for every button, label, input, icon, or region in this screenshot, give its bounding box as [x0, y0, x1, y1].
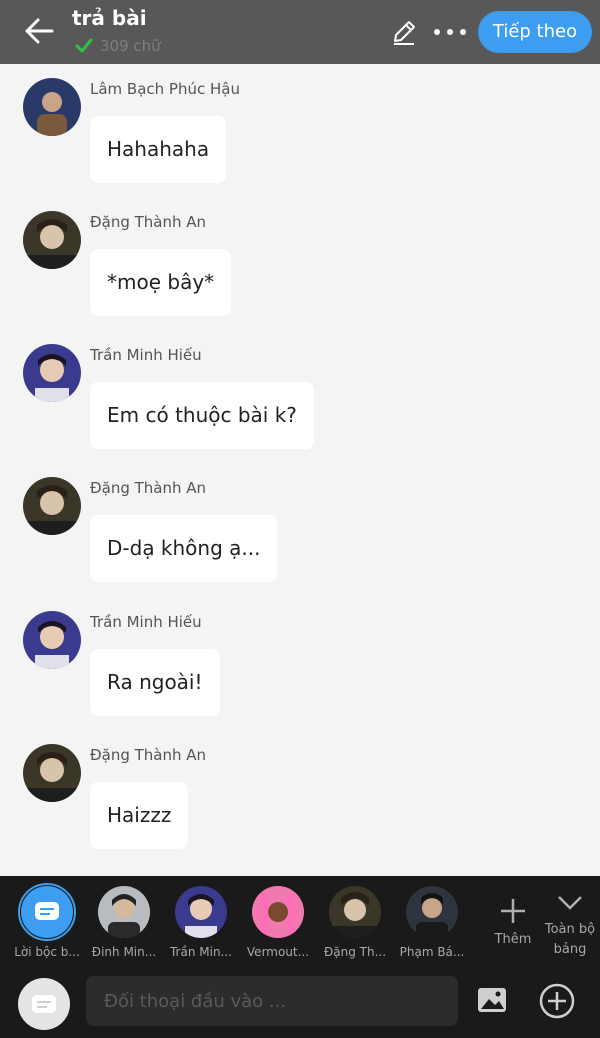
- character-label: Đặng Th...: [323, 945, 387, 959]
- message-item: Lâm Bạch Phúc Hậu Hahahaha: [0, 78, 600, 198]
- character-item[interactable]: Phạm Bá...: [395, 886, 469, 966]
- dialogue-input[interactable]: [86, 976, 458, 1026]
- avatar[interactable]: [23, 744, 81, 802]
- character-label: Đinh Min...: [91, 945, 157, 959]
- character-label: Lời bộc b...: [14, 945, 80, 959]
- bottom-panel: Lời bộc b... Đinh Min... Trần Min... Ver…: [0, 876, 600, 1038]
- message-bubble[interactable]: *moẹ bây*: [90, 249, 232, 316]
- checkmark-icon: [75, 38, 93, 53]
- sender-name: Trần Minh Hiếu: [90, 346, 202, 364]
- character-label: Vermout...: [246, 945, 310, 959]
- all-characters-button[interactable]: Toàn bộ bảng: [540, 890, 600, 966]
- character-item[interactable]: Đặng Th...: [318, 886, 392, 966]
- top-bar: trả bài 309 chữ Tiếp theo: [0, 0, 600, 64]
- message-bubble[interactable]: Hahahaha: [90, 116, 227, 183]
- sender-name: Trần Minh Hiếu: [90, 613, 202, 631]
- character-narration[interactable]: Lời bộc b...: [10, 883, 84, 966]
- page-title: trả bài: [72, 6, 147, 30]
- pencil-icon[interactable]: [390, 18, 418, 46]
- avatar[interactable]: [23, 78, 81, 136]
- sender-name: Lâm Bạch Phúc Hậu: [90, 80, 240, 98]
- message-item: Trần Minh Hiếu Ra ngoài!: [0, 611, 600, 731]
- plus-icon: [501, 899, 525, 923]
- add-circle-icon[interactable]: [538, 982, 576, 1020]
- sender-name: Đặng Thành An: [90, 213, 207, 231]
- avatar[interactable]: [23, 477, 81, 535]
- narration-toggle-button[interactable]: [18, 978, 70, 1030]
- image-icon[interactable]: [476, 984, 508, 1016]
- sender-name: Đặng Thành An: [90, 479, 207, 497]
- character-label: Phạm Bá...: [399, 945, 465, 959]
- message-item: Đặng Thành An D-dạ không ạ...: [0, 477, 600, 597]
- sender-name: Đặng Thành An: [90, 746, 207, 764]
- message-bubble[interactable]: D-dạ không ạ...: [90, 515, 278, 582]
- character-item[interactable]: Trần Min...: [164, 886, 238, 966]
- add-label: Thêm: [494, 932, 532, 947]
- message-bubble[interactable]: Em có thuộc bài k?: [90, 382, 314, 449]
- character-label: Trần Min...: [169, 945, 232, 959]
- all-label: Toàn bộ bảng: [544, 922, 596, 957]
- more-options-icon[interactable]: [432, 20, 468, 44]
- message-item: Đặng Thành An *moẹ bây*: [0, 211, 600, 331]
- avatar: [98, 886, 150, 938]
- character-item[interactable]: Vermout...: [241, 886, 315, 966]
- avatar[interactable]: [23, 344, 81, 402]
- message-bubble[interactable]: Ra ngoài!: [90, 649, 220, 716]
- add-character-button[interactable]: Thêm: [486, 896, 540, 966]
- narration-icon: [32, 995, 56, 1013]
- message-item: Đặng Thành An Haizzz: [0, 744, 600, 864]
- character-item[interactable]: Đinh Min...: [87, 886, 161, 966]
- character-bar: Lời bộc b... Đinh Min... Trần Min... Ver…: [0, 876, 600, 966]
- avatar: [175, 886, 227, 938]
- avatar: [252, 886, 304, 938]
- avatar[interactable]: [23, 611, 81, 669]
- composer: [0, 972, 600, 1038]
- avatar: [406, 886, 458, 938]
- back-arrow-icon[interactable]: [22, 14, 56, 48]
- avatar[interactable]: [23, 211, 81, 269]
- message-item: Trần Minh Hiếu Em có thuộc bài k?: [0, 344, 600, 464]
- next-button[interactable]: Tiếp theo: [478, 11, 592, 53]
- narration-icon: [21, 886, 73, 938]
- chevron-down-icon: [558, 896, 582, 910]
- word-count: 309 chữ: [100, 37, 161, 55]
- message-bubble[interactable]: Haizzz: [90, 782, 189, 849]
- avatar: [329, 886, 381, 938]
